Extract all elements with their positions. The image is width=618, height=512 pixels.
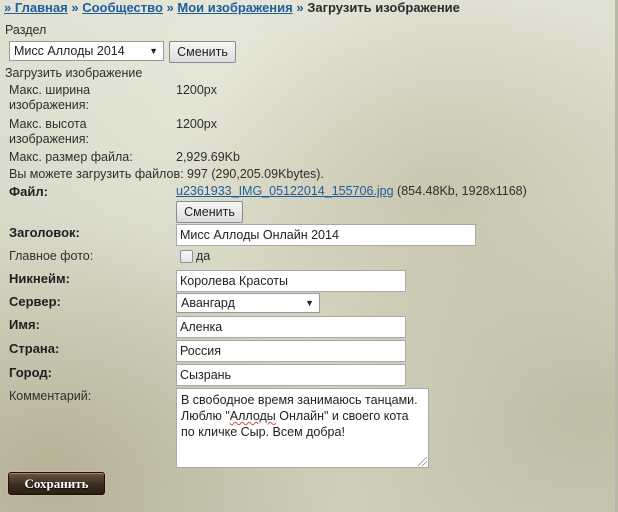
max-height-value: 1200px xyxy=(176,117,218,131)
main-photo-label: Главное фото: xyxy=(9,249,94,263)
breadcrumb-separator: » xyxy=(296,0,304,15)
comment-line: В свободное время занимаюсь танцами. xyxy=(181,393,418,407)
max-width-label: Макс. ширина изображения: xyxy=(9,83,91,112)
breadcrumb: » Главная » Сообщество » Мои изображения… xyxy=(4,0,460,15)
max-size-value: 2,929.69Kb xyxy=(176,150,240,164)
breadcrumb-separator: » xyxy=(71,0,79,15)
spellcheck-word: Аллоды xyxy=(229,409,276,423)
section-select-value: Мисс Аллоды 2014 xyxy=(14,44,125,58)
comment-label: Комментарий: xyxy=(9,389,92,403)
file-info: (854.48Kb, 1928x1168) xyxy=(397,184,527,198)
main-photo-checkbox[interactable] xyxy=(180,250,193,263)
quota-text: Вы можете загрузить файлов: 997 (290,205… xyxy=(9,167,324,181)
main-photo-option-label: да xyxy=(196,249,211,263)
breadcrumb-separator: » xyxy=(166,0,174,15)
max-height-label: Макс. высота изображения: xyxy=(9,117,90,146)
name-label: Имя: xyxy=(9,317,40,332)
server-label: Сервер: xyxy=(9,294,61,309)
comment-line: по кличке Сыр. Всем добра! xyxy=(181,425,345,439)
max-size-label: Макс. размер файла: xyxy=(9,150,133,164)
country-input[interactable]: Россия xyxy=(176,340,406,362)
section-select[interactable]: Мисс Аллоды 2014 ▼ xyxy=(9,41,164,61)
file-link[interactable]: u2361933_IMG_05122014_155706.jpg xyxy=(176,184,394,198)
comment-textarea[interactable]: В свободное время занимаюсь танцами. Люб… xyxy=(176,388,429,468)
upload-heading: Загрузить изображение xyxy=(5,66,143,80)
server-select[interactable]: Авангард ▼ xyxy=(176,293,320,313)
file-label: Файл: xyxy=(9,184,48,199)
country-label: Страна: xyxy=(9,341,60,356)
title-label: Заголовок: xyxy=(9,225,80,240)
breadcrumb-my-images-link[interactable]: Мои изображения xyxy=(177,0,292,15)
chevron-down-icon: ▼ xyxy=(149,46,158,56)
max-width-value: 1200px xyxy=(176,83,218,97)
section-change-button[interactable]: Сменить xyxy=(169,41,236,63)
resize-grip-icon[interactable] xyxy=(418,457,427,466)
file-change-button[interactable]: Сменить xyxy=(176,201,243,223)
save-button[interactable]: Сохранить xyxy=(8,472,105,495)
chevron-down-icon: ▼ xyxy=(305,298,314,308)
nickname-input[interactable]: Королева Красоты xyxy=(176,270,406,292)
breadcrumb-community-link[interactable]: Сообщество xyxy=(82,0,163,15)
nickname-label: Никнейм: xyxy=(9,271,70,286)
city-label: Город: xyxy=(9,365,52,380)
section-label: Раздел xyxy=(5,23,47,37)
breadcrumb-current: Загрузить изображение xyxy=(307,0,460,15)
comment-line: Люблю "Аллоды Онлайн" и своего кота xyxy=(181,409,409,423)
server-select-value: Авангард xyxy=(181,296,235,310)
title-input[interactable]: Мисс Аллоды Онлайн 2014 xyxy=(176,224,476,246)
city-input[interactable]: Сызрань xyxy=(176,364,406,386)
name-input[interactable]: Аленка xyxy=(176,316,406,338)
file-info-row: u2361933_IMG_05122014_155706.jpg (854.48… xyxy=(176,184,527,198)
breadcrumb-home-link[interactable]: » Главная xyxy=(4,0,68,15)
